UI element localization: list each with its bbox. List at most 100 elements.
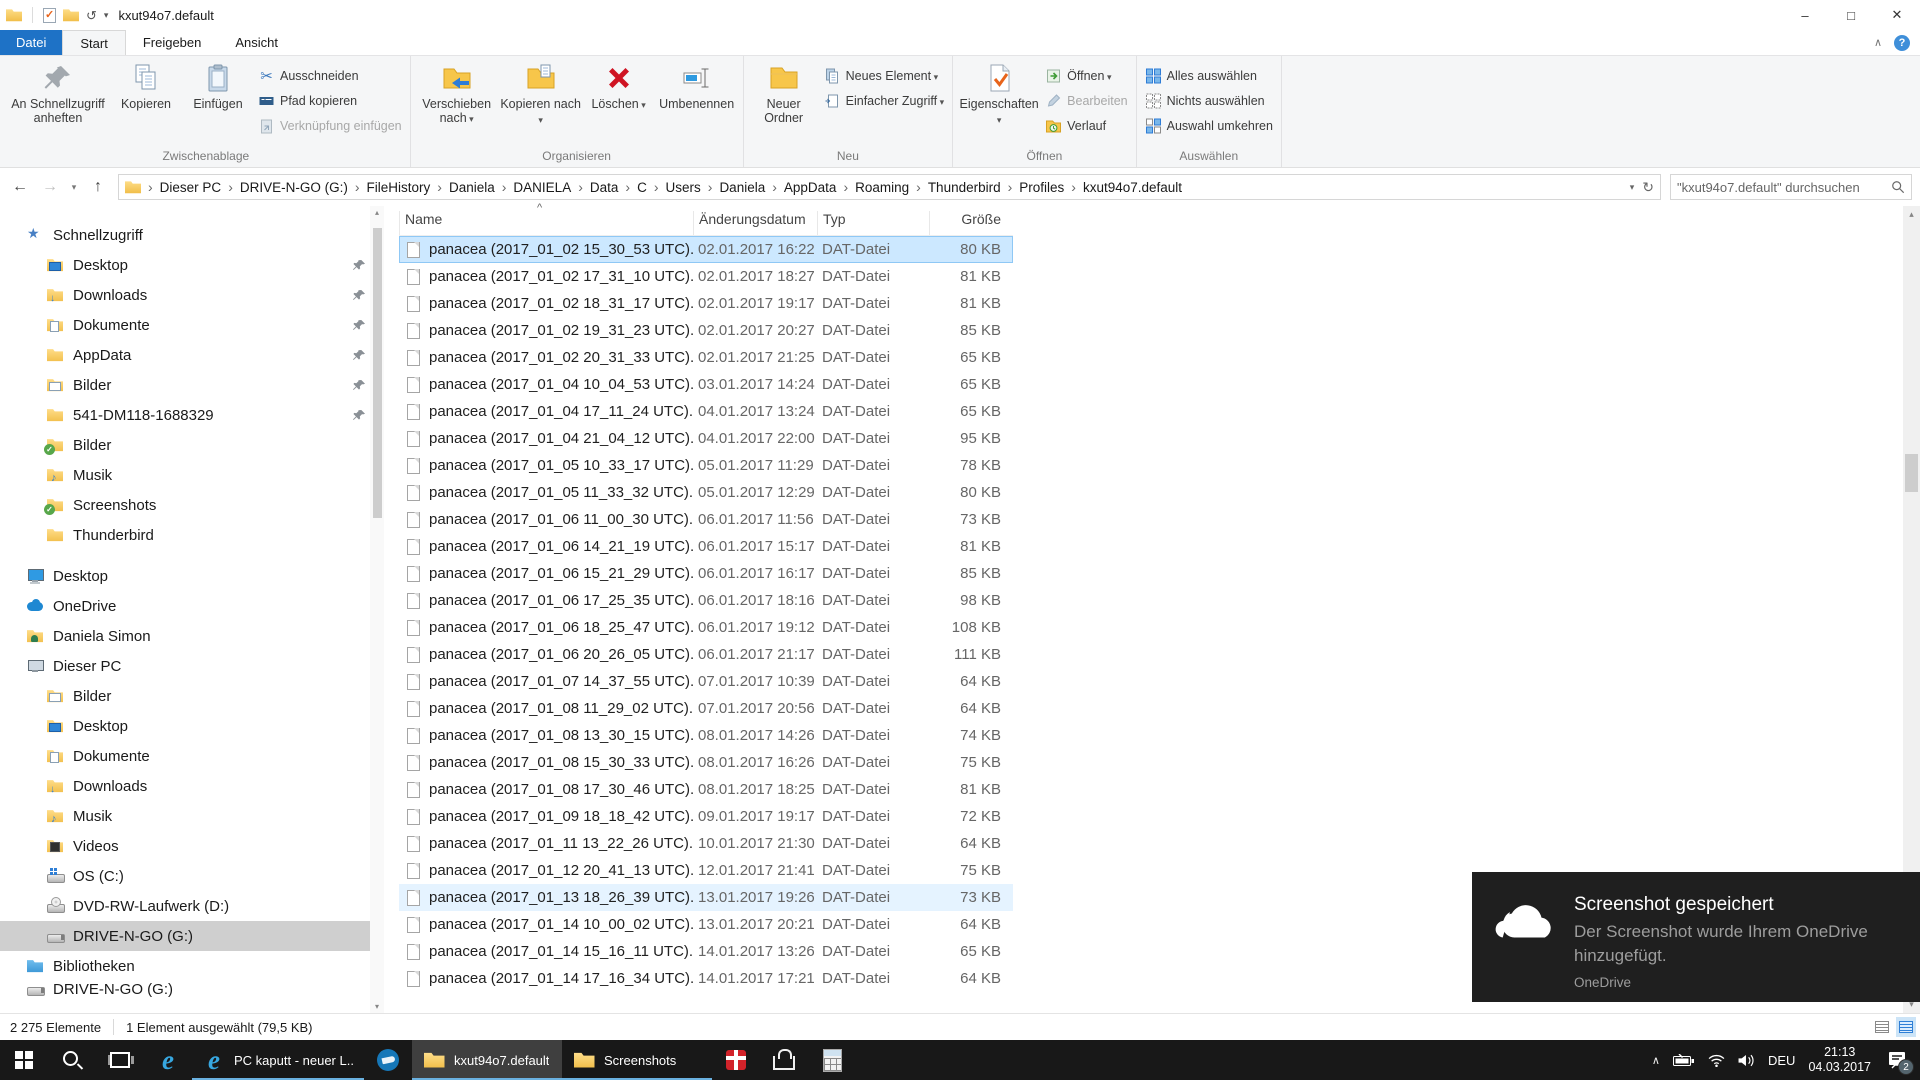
- taskbar-button[interactable]: [760, 1040, 808, 1080]
- file-row[interactable]: panacea (2017_01_06 18_25_47 UTC).dat 06…: [399, 614, 1013, 641]
- sidebar-item[interactable]: OneDrive: [0, 591, 384, 621]
- taskbar-button[interactable]: e: [144, 1040, 192, 1080]
- recent-locations-dropdown-icon[interactable]: ▾: [66, 173, 82, 201]
- tab-datei[interactable]: Datei: [0, 30, 63, 55]
- rename-button[interactable]: Umbenennen: [655, 58, 739, 142]
- search-input[interactable]: [1677, 179, 1891, 195]
- breadcrumb-item[interactable]: DRIVE-N-GO (G:): [240, 180, 348, 195]
- open-button[interactable]: Öffnen: [1041, 66, 1131, 86]
- forward-button[interactable]: →: [36, 173, 64, 201]
- taskbar-button[interactable]: [0, 1040, 48, 1080]
- sidebar-item[interactable]: Schnellzugriff: [0, 220, 384, 250]
- select-all-button[interactable]: Alles auswählen: [1141, 66, 1277, 86]
- edit-button[interactable]: Bearbeiten: [1041, 91, 1131, 111]
- copy-button[interactable]: Kopieren: [110, 58, 182, 142]
- new-folder-button[interactable]: Neuer Ordner: [748, 58, 820, 142]
- taskbar-button[interactable]: [712, 1040, 760, 1080]
- file-row[interactable]: panacea (2017_01_02 17_31_10 UTC).dat 02…: [399, 263, 1013, 290]
- properties-qat-icon[interactable]: [43, 7, 56, 23]
- select-none-button[interactable]: Nichts auswählen: [1141, 91, 1277, 111]
- help-icon[interactable]: ?: [1894, 34, 1910, 51]
- breadcrumb-item[interactable]: C: [637, 180, 647, 195]
- breadcrumb-item[interactable]: Thunderbird: [928, 180, 1001, 195]
- up-button[interactable]: ↑: [84, 173, 112, 201]
- file-row[interactable]: panacea (2017_01_06 17_25_35 UTC).dat 06…: [399, 587, 1013, 614]
- file-row[interactable]: panacea (2017_01_02 20_31_33 UTC).dat 02…: [399, 344, 1013, 371]
- sidebar-item[interactable]: Desktop: [0, 711, 384, 741]
- paste-shortcut-button[interactable]: Verknüpfung einfügen: [254, 116, 406, 136]
- sidebar-item[interactable]: Bibliotheken: [0, 951, 384, 981]
- refresh-icon[interactable]: ↻: [1642, 179, 1654, 196]
- file-row[interactable]: panacea (2017_01_14 10_00_02 UTC).dat 13…: [399, 911, 1013, 938]
- sidebar-item[interactable]: Thunderbird: [0, 520, 384, 550]
- sidebar-item[interactable]: Daniela Simon: [0, 621, 384, 651]
- column-header-type[interactable]: Typ: [817, 211, 929, 235]
- file-row[interactable]: panacea (2017_01_06 20_26_05 UTC).dat 06…: [399, 641, 1013, 668]
- sidebar-item[interactable]: DRIVE-N-GO (G:): [0, 921, 384, 951]
- action-center-button[interactable]: 2: [1884, 1047, 1914, 1075]
- sidebar-item[interactable]: OS (C:): [0, 861, 384, 891]
- file-row[interactable]: panacea (2017_01_02 15_30_53 UTC).dat 02…: [399, 236, 1013, 263]
- file-row[interactable]: panacea (2017_01_08 11_29_02 UTC).dat 07…: [399, 695, 1013, 722]
- file-row[interactable]: panacea (2017_01_06 14_21_19 UTC).dat 06…: [399, 533, 1013, 560]
- taskbar-button[interactable]: kxut94o7.default: [412, 1040, 562, 1080]
- column-header-size[interactable]: Größe: [929, 211, 1013, 235]
- sidebar-item[interactable]: DVD-RW-Laufwerk (D:): [0, 891, 384, 921]
- breadcrumb-item[interactable]: Roaming: [855, 180, 909, 195]
- pin-to-quick-access-button[interactable]: An Schnellzugriff anheften: [6, 58, 110, 142]
- file-row[interactable]: panacea (2017_01_04 10_04_53 UTC).dat 03…: [399, 371, 1013, 398]
- taskbar-button[interactable]: [808, 1040, 856, 1080]
- properties-button[interactable]: Eigenschaften: [957, 58, 1041, 142]
- sidebar-item[interactable]: Dokumente: [0, 741, 384, 771]
- cut-button[interactable]: ✂ Ausschneiden: [254, 66, 406, 86]
- move-to-button[interactable]: Verschieben nach: [415, 58, 499, 142]
- sidebar-item[interactable]: Musik: [0, 460, 384, 490]
- easy-access-button[interactable]: Einfacher Zugriff: [820, 91, 949, 111]
- customize-qat-icon[interactable]: ▾: [104, 10, 109, 20]
- sidebar-item[interactable]: Musik: [0, 801, 384, 831]
- sidebar-item[interactable]: Screenshots: [0, 490, 384, 520]
- paste-button[interactable]: Einfügen: [182, 58, 254, 142]
- breadcrumb[interactable]: › Dieser PC › DRIVE-N-GO (G:) › FileHist…: [118, 174, 1661, 200]
- undo-icon[interactable]: ↺: [86, 9, 97, 22]
- tab-start[interactable]: Start: [62, 30, 126, 55]
- file-row[interactable]: panacea (2017_01_11 13_22_26 UTC).dat 10…: [399, 830, 1013, 857]
- wifi-icon[interactable]: [1708, 1054, 1725, 1067]
- sidebar-item[interactable]: Dokumente: [0, 310, 384, 340]
- close-button[interactable]: ✕: [1874, 0, 1920, 30]
- tab-freigeben[interactable]: Freigeben: [126, 30, 219, 55]
- invert-selection-button[interactable]: Auswahl umkehren: [1141, 116, 1277, 136]
- sidebar-item[interactable]: AppData: [0, 340, 384, 370]
- sidebar-item[interactable]: DRIVE-N-GO (G:): [0, 981, 384, 998]
- taskbar-button[interactable]: Screenshots: [562, 1040, 712, 1080]
- file-row[interactable]: panacea (2017_01_04 21_04_12 UTC).dat 04…: [399, 425, 1013, 452]
- list-view-toggle[interactable]: [1872, 1017, 1892, 1037]
- sidebar-item[interactable]: Bilder: [0, 370, 384, 400]
- scrollbar-thumb[interactable]: [1905, 454, 1918, 492]
- file-row[interactable]: panacea (2017_01_14 15_16_11 UTC).dat 14…: [399, 938, 1013, 965]
- clock[interactable]: 21:13 04.03.2017: [1808, 1045, 1871, 1075]
- sidebar-item[interactable]: Bilder: [0, 430, 384, 460]
- file-row[interactable]: panacea (2017_01_06 11_00_30 UTC).dat 06…: [399, 506, 1013, 533]
- file-row[interactable]: panacea (2017_01_05 11_33_32 UTC).dat 05…: [399, 479, 1013, 506]
- new-folder-qat-icon[interactable]: [63, 8, 79, 22]
- volume-icon[interactable]: [1738, 1054, 1755, 1067]
- file-row[interactable]: panacea (2017_01_04 17_11_24 UTC).dat 04…: [399, 398, 1013, 425]
- breadcrumb-item[interactable]: Users: [666, 180, 701, 195]
- onedrive-toast[interactable]: Screenshot gespeichert Der Screenshot wu…: [1472, 872, 1920, 1002]
- sidebar-item[interactable]: Desktop: [0, 250, 384, 280]
- breadcrumb-item[interactable]: FileHistory: [367, 180, 431, 195]
- breadcrumb-item[interactable]: Profiles: [1019, 180, 1064, 195]
- history-button[interactable]: Verlauf: [1041, 116, 1131, 136]
- taskbar-button[interactable]: e PC kaputt - neuer L...: [192, 1040, 364, 1080]
- search-box[interactable]: [1670, 174, 1912, 200]
- address-dropdown-icon[interactable]: ▾: [1630, 182, 1635, 193]
- maximize-button[interactable]: □: [1828, 0, 1874, 30]
- breadcrumb-item[interactable]: kxut94o7.default: [1083, 180, 1182, 195]
- scroll-down-icon[interactable]: ▾: [375, 1002, 379, 1011]
- file-row[interactable]: panacea (2017_01_13 18_26_39 UTC).dat 13…: [399, 884, 1013, 911]
- file-row[interactable]: panacea (2017_01_08 15_30_33 UTC).dat 08…: [399, 749, 1013, 776]
- breadcrumb-item[interactable]: Daniela: [719, 180, 765, 195]
- breadcrumb-item[interactable]: Daniela: [449, 180, 495, 195]
- breadcrumb-item[interactable]: AppData: [784, 180, 837, 195]
